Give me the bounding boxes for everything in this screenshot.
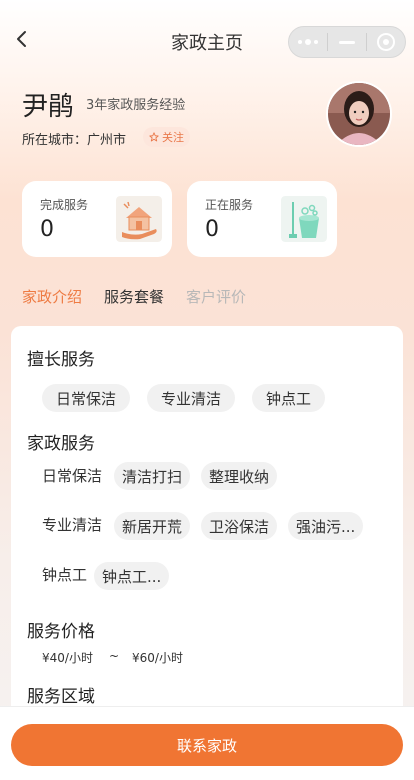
specialty-chip: 日常保洁: [42, 384, 131, 412]
stat-card-in-progress: 正在服务 0: [187, 181, 337, 257]
price-separator: ~: [109, 649, 120, 663]
price-max: ¥60/小时: [132, 651, 183, 665]
service-group-label: 专业清洁: [42, 516, 103, 534]
worker-name: 尹鹃: [22, 92, 75, 122]
cleaning-bucket-icon: [281, 196, 327, 242]
close-target-icon[interactable]: [367, 27, 405, 57]
specialty-title: 擅长服务: [27, 350, 95, 370]
nav-bar: 家政主页: [0, 0, 414, 80]
service-chip: 新居开荒: [114, 512, 191, 540]
tab-bar: 家政介绍 服务套餐 客户评价: [22, 286, 246, 307]
tab-packages[interactable]: 服务套餐: [104, 286, 164, 307]
stat-value: 0: [40, 217, 54, 242]
city-text: 所在城市：广州市: [22, 133, 127, 148]
contact-button[interactable]: 联系家政: [11, 724, 403, 766]
price-min: ¥40/小时: [42, 651, 93, 665]
house-hand-icon: [116, 196, 162, 242]
services-title: 家政服务: [27, 434, 95, 454]
specialty-chip: 专业清洁: [147, 384, 236, 412]
star-icon: [149, 132, 159, 142]
service-chip: 卫浴保洁: [201, 512, 278, 540]
avatar[interactable]: [326, 81, 392, 147]
specialty-chip: 钟点工: [252, 384, 326, 412]
mini-program-capsule: [288, 26, 406, 58]
service-group-label: 钟点工: [42, 566, 88, 584]
service-group-label: 日常保洁: [42, 467, 103, 485]
stat-label: 正在服务: [205, 198, 254, 212]
intro-panel: 擅长服务 日常保洁 专业清洁 钟点工 家政服务 日常保洁 清洁打扫 整理收纳 专…: [11, 326, 403, 726]
stat-label: 完成服务: [40, 198, 89, 212]
service-chip: 钟点工...: [94, 562, 170, 590]
experience-text: 3年家政服务经验: [86, 98, 186, 113]
service-chip: 强油污...: [288, 512, 364, 540]
minimize-icon[interactable]: [328, 27, 366, 57]
more-icon[interactable]: [289, 27, 327, 57]
follow-button[interactable]: 关注: [143, 127, 190, 147]
stat-value: 0: [205, 217, 219, 242]
service-chip: 清洁打扫: [114, 462, 191, 490]
price-title: 服务价格: [27, 622, 95, 642]
tab-reviews[interactable]: 客户评价: [186, 286, 246, 307]
follow-label: 关注: [162, 131, 184, 144]
area-title: 服务区域: [27, 687, 95, 707]
service-chip: 整理收纳: [201, 462, 278, 490]
stat-card-completed: 完成服务 0: [22, 181, 172, 257]
tab-intro[interactable]: 家政介绍: [22, 286, 82, 307]
